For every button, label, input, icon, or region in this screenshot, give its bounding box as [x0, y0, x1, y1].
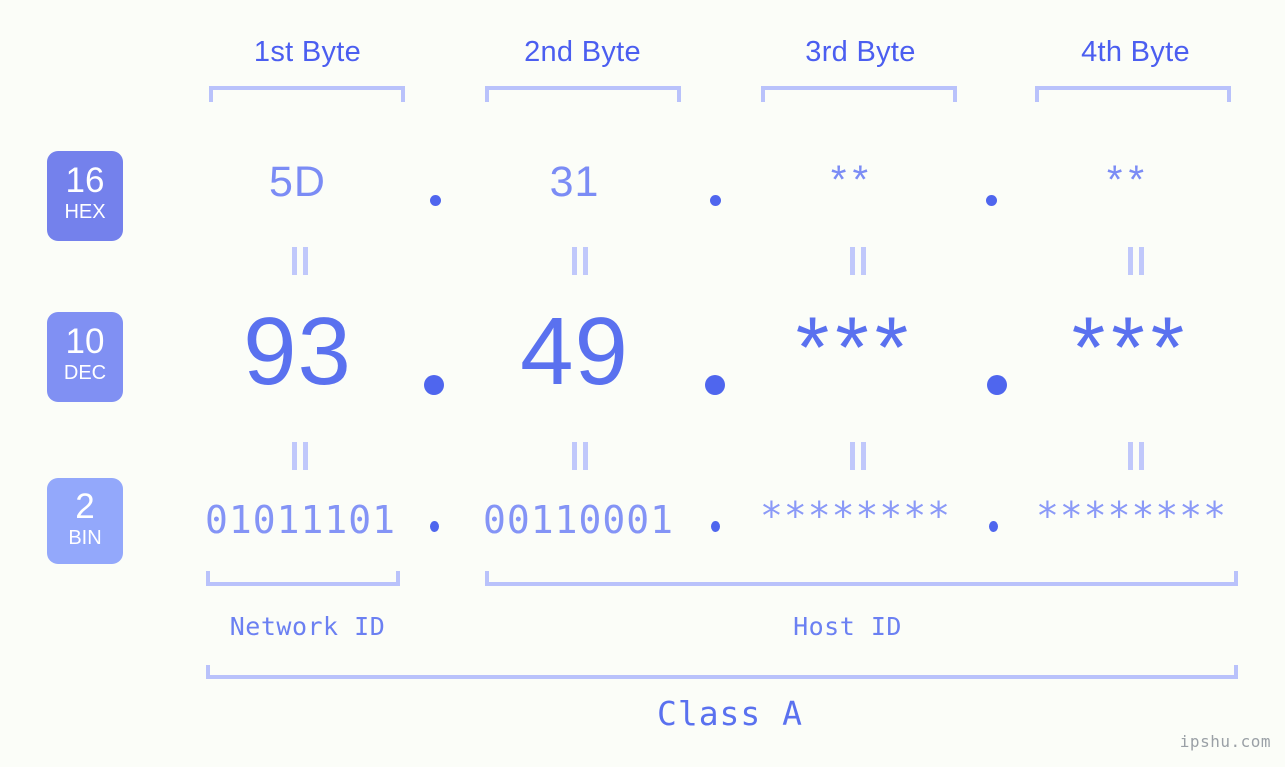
byte-bracket-1	[209, 86, 405, 102]
hex-byte-3: **	[830, 158, 875, 202]
hex-separator-2	[710, 195, 721, 206]
dec-separator-2	[705, 375, 725, 395]
byte-bracket-3	[761, 86, 957, 102]
base-badge-dec-number: 10	[65, 322, 105, 361]
network-id-label: Network ID	[229, 612, 386, 641]
bin-separator-2	[711, 521, 720, 532]
base-badge-bin-name: BIN	[68, 527, 102, 549]
class-bracket	[206, 665, 1238, 679]
dec-byte-2: 49	[520, 298, 629, 405]
base-badge-dec-name: DEC	[63, 362, 107, 384]
ip-address-breakdown-diagram: 1st Byte 2nd Byte 3rd Byte 4th Byte 16 H…	[0, 0, 1285, 767]
byte-header-1: 1st Byte	[253, 36, 362, 68]
byte-bracket-4	[1035, 86, 1231, 102]
equals-connector-hex-dec-4	[1127, 247, 1145, 275]
dec-separator-3	[987, 375, 1007, 395]
bin-byte-4: ********	[1035, 494, 1228, 538]
dec-byte-1: 93	[243, 298, 352, 405]
host-id-bracket	[485, 571, 1238, 586]
class-label: Class A	[656, 694, 804, 733]
byte-bracket-2	[485, 86, 681, 102]
hex-separator-1	[430, 195, 441, 206]
byte-header-3: 3rd Byte	[805, 36, 916, 68]
bin-byte-3: ********	[759, 494, 952, 538]
equals-connector-dec-bin-2	[571, 442, 589, 470]
base-badge-hex: 16 HEX	[47, 151, 123, 241]
byte-header-4: 4th Byte	[1081, 36, 1190, 68]
equals-connector-dec-bin-1	[291, 442, 309, 470]
dec-separator-1	[424, 375, 444, 395]
equals-connector-hex-dec-1	[291, 247, 309, 275]
base-badge-hex-name: HEX	[64, 201, 106, 223]
equals-connector-dec-bin-4	[1127, 442, 1145, 470]
hex-byte-2: 31	[549, 158, 600, 206]
network-id-bracket	[206, 571, 400, 586]
byte-header-2: 2nd Byte	[524, 36, 641, 68]
hex-separator-3	[986, 195, 997, 206]
bin-separator-1	[430, 521, 439, 532]
hex-byte-1: 5D	[269, 158, 326, 206]
base-badge-bin-number: 2	[75, 487, 95, 526]
base-badge-hex-number: 16	[65, 161, 105, 200]
equals-connector-hex-dec-3	[849, 247, 867, 275]
equals-connector-hex-dec-2	[571, 247, 589, 275]
dec-byte-4: ***	[1071, 300, 1191, 396]
host-id-label: Host ID	[793, 612, 902, 641]
bin-byte-1: 01011101	[204, 498, 397, 542]
base-badge-dec: 10 DEC	[47, 312, 123, 402]
equals-connector-dec-bin-3	[849, 442, 867, 470]
site-watermark: ipshu.com	[1179, 732, 1271, 751]
hex-byte-4: **	[1106, 158, 1151, 202]
dec-byte-3: ***	[795, 300, 915, 396]
bin-separator-3	[989, 521, 998, 532]
base-badge-bin: 2 BIN	[47, 478, 123, 564]
bin-byte-2: 00110001	[482, 498, 675, 542]
